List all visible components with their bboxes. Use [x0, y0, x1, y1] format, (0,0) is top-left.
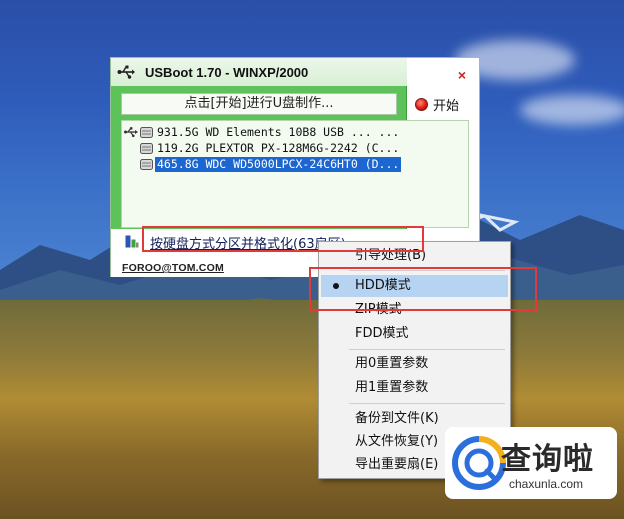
usb-icon — [124, 127, 138, 138]
title-bar[interactable]: USBoot 1.70 - WINXP/2000 — [111, 58, 407, 86]
menu-item-reset-zero[interactable]: 用0重置参数 — [321, 353, 508, 375]
close-icon: × — [457, 67, 467, 83]
hard-disk-icon — [140, 142, 153, 154]
drive-item-selected[interactable]: 465.8G WDC WD5000LPCX-24C6HT0 (D... — [140, 156, 402, 172]
highlight-box-format-mode — [142, 226, 424, 252]
menu-item-label: 备份到文件(K) — [355, 411, 439, 426]
menu-separator — [349, 349, 505, 350]
watermark-brand: 查询啦 — [501, 442, 594, 477]
drive-label: 465.8G WDC WD5000LPCX-24C6HT0 (D... — [155, 156, 402, 172]
usb-icon — [117, 65, 135, 79]
menu-separator — [349, 403, 505, 404]
menu-item-fdd-mode[interactable]: FDD模式 — [321, 323, 508, 345]
status-message: 点击[开始]进行U盘制作... — [121, 93, 397, 115]
menu-item-label: 导出重要扇(E) — [355, 457, 439, 472]
watermark-url: chaxunla.com — [509, 477, 584, 491]
menu-item-label: 用1重置参数 — [355, 380, 429, 395]
start-label: 开始 — [433, 98, 460, 114]
menu-item-label: 从文件恢复(Y) — [355, 434, 439, 449]
format-mode-icon — [125, 235, 139, 248]
menu-item-label: 用0重置参数 — [355, 356, 429, 371]
start-button[interactable]: 开始 — [415, 94, 459, 114]
drive-item[interactable]: 931.5G WD Elements 10B8 USB ... ... — [124, 124, 401, 140]
menu-item-label: FDD模式 — [355, 326, 409, 341]
drive-label: 119.2G PLEXTOR PX-128M6G-2242 (C... — [157, 140, 400, 155]
highlight-box-hdd-mode — [309, 267, 537, 311]
menu-item-reset-one[interactable]: 用1重置参数 — [321, 377, 508, 399]
drive-label: 931.5G WD Elements 10B8 USB ... ... — [157, 124, 400, 139]
window-title: USBoot 1.70 - WINXP/2000 — [145, 64, 309, 80]
hard-disk-icon — [140, 158, 153, 170]
hard-disk-icon — [140, 126, 153, 138]
red-dot-icon — [415, 97, 428, 111]
drive-item[interactable]: 119.2G PLEXTOR PX-128M6G-2242 (C... — [140, 140, 401, 156]
email-link[interactable]: FOROO@TOM.COM — [122, 262, 224, 274]
close-button[interactable]: × — [454, 67, 470, 83]
watermark: 查询啦 chaxunla.com — [445, 427, 617, 499]
drive-list[interactable]: 931.5G WD Elements 10B8 USB ... ... 119.… — [121, 120, 469, 228]
cloud — [520, 95, 624, 125]
